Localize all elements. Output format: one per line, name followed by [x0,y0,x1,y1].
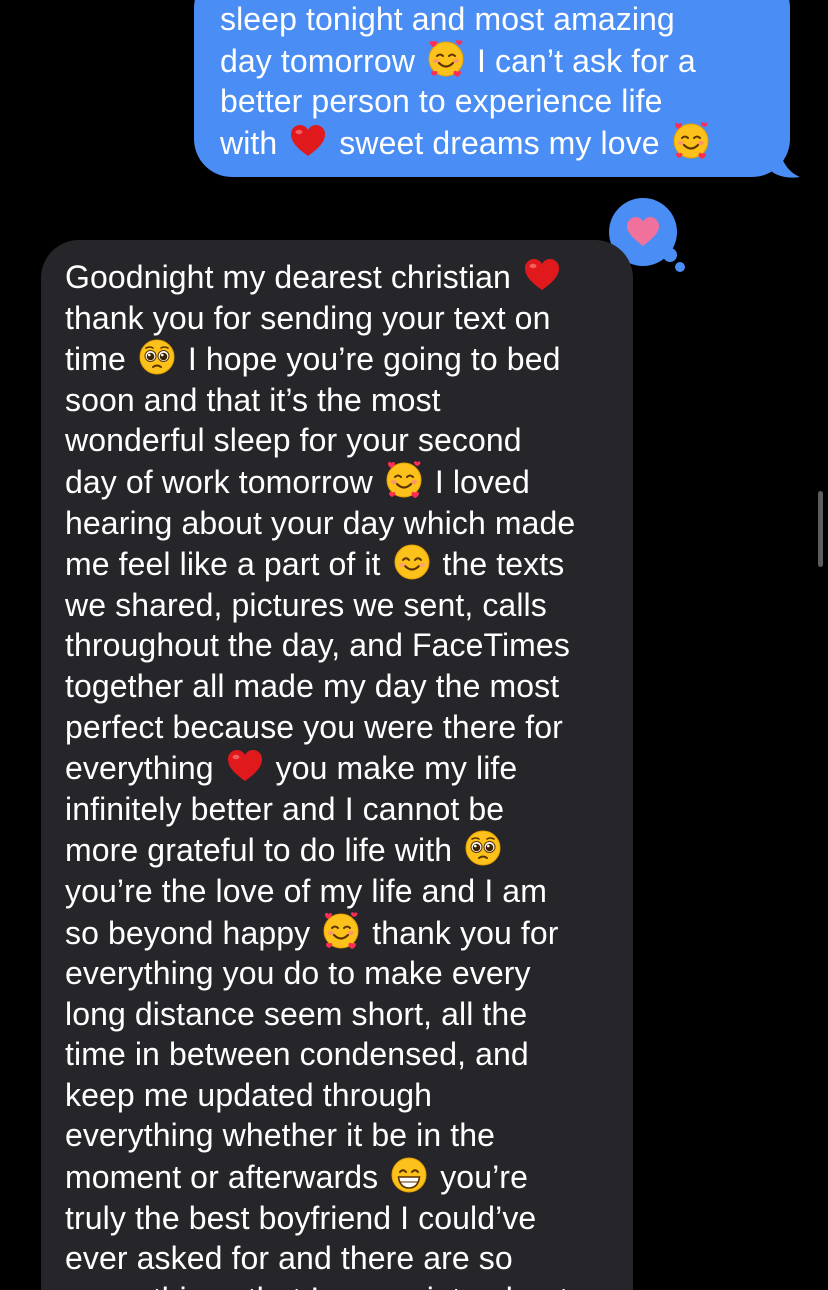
received_message-text: we shared, pictures we sent, calls [65,586,547,623]
received_message-line: keep me updated through [65,1075,623,1116]
received_message-text: time in between condensed, and [65,1036,529,1073]
received_message-line: me feel like a part of it the texts [65,543,623,585]
received_message-text: I hope you’re going to bed [178,341,561,378]
received_message-text: perfect because you were there for [65,708,563,745]
sent_message-text: better person to experience life [220,83,663,120]
received_message-line: everything whether it be in the [65,1115,623,1156]
received_message-line: long distance seem short, all the [65,994,623,1035]
smiling-face-with-hearts-icon [322,911,360,950]
received_message-text: ever asked for and there are so [65,1240,513,1277]
received_message-line: truly the best boyfriend I could’ve [65,1198,623,1239]
conversation-view: sleep tonight and most amazing day tomorr… [0,0,828,1290]
pleading-face-icon [464,829,502,867]
scroll-indicator[interactable] [818,491,823,567]
received_message-line: soon and that it’s the most [65,380,623,421]
received_message-line: Goodnight my dearest christian [65,256,623,298]
grinning-face-icon [390,1156,428,1194]
received_message-line: so beyond happy thank you for [65,911,623,954]
received_message-text: thank you for [363,914,559,951]
sent_message-line: sleep tonight and most amazing [220,0,780,40]
received_message-line: perfect because you were there for [65,707,623,748]
received_message-text: Goodnight my dearest christian [65,259,520,295]
received_message-line: infinitely better and I cannot be [65,789,623,830]
received_message-text: truly the best boyfriend I could’ve [65,1199,537,1236]
received_message-text: so beyond happy [65,914,320,951]
smiling-face-with-hearts-icon [385,461,423,499]
received_message-text: more grateful to do life with [65,832,462,869]
received_message-text: many things that I appreciate about [65,1281,568,1290]
sent_message-line: with sweet dreams my love [220,122,780,164]
smiling-face-with-hearts-icon [427,39,465,78]
received_message-text: keep me updated through [65,1076,433,1113]
sent_message-line: day tomorrow I can’t ask for a [220,39,780,82]
sent_message-text: sweet dreams my love [330,124,669,161]
received_message-text: wonderful sleep for your second [65,422,522,459]
received_message-text: together all made my day the most [65,667,560,704]
received_message-line: you’re the love of my life and I am [65,871,623,912]
received_message-line: throughout the day, and FaceTimes [65,625,623,666]
received_message-text: long distance seem short, all the [65,995,528,1032]
received_message-line: everything you do to make every [65,953,623,994]
received_message-text: day of work tomorrow [65,463,382,500]
received_message-text: everything [65,750,223,787]
received_message-text: I loved [425,463,530,500]
received_message-text: thank you for sending your text on [65,299,551,336]
smiling-face-icon [393,543,431,581]
received_message-text: throughout the day, and FaceTimes [65,627,570,664]
pleading-face-icon [138,338,176,376]
received_message-line: many things that I appreciate about [65,1279,623,1290]
received_message-line: wonderful sleep for your second [65,420,623,461]
sent_message-line: better person to experience life [220,81,780,122]
red-heart-icon [226,747,264,785]
received_message-line: we shared, pictures we sent, calls [65,585,623,626]
received_message-text: you’re the love of my life and I am [65,872,547,909]
red-heart-icon [289,122,327,160]
received_message-line: thank you for sending your text on [65,298,623,339]
received_message-text: everything you do to make every [65,955,531,992]
received_message-line: ever asked for and there are so [65,1238,623,1279]
sent-message-bubble[interactable]: sleep tonight and most amazing day tomorr… [194,0,790,177]
received_message-text: everything whether it be in the [65,1117,496,1154]
smiling-face-with-hearts-icon [672,122,710,160]
received_message-line: day of work tomorrow I loved [65,461,623,503]
received_message-text: the texts [433,546,565,583]
received_message-line: everything you make my life [65,747,623,789]
red-heart-icon [523,256,561,294]
received_message-line: time I hope you’re going to bed [65,338,623,380]
received_message-text: moment or afterwards [65,1159,388,1196]
received-message-bubble[interactable]: Goodnight my dearest christian thank you… [41,240,633,1290]
received_message-line: moment or afterwards you’re [65,1156,623,1198]
sent_message-text: with [220,124,287,161]
received_message-text: you’re [431,1159,528,1196]
received_message-line: more grateful to do life with [65,829,623,871]
received_message-text: you make my life [266,750,518,787]
received_message-text: time [65,341,135,378]
sent_message-text: I can’t ask for a [468,42,696,79]
received_message-line: time in between condensed, and [65,1034,623,1075]
received_message-text: me feel like a part of it [65,546,390,583]
received_message-text: hearing about your day which made [65,504,576,541]
received_message-line: hearing about your day which made [65,503,623,544]
received_message-text: infinitely better and I cannot be [65,790,505,827]
received_message-text: soon and that it’s the most [65,381,441,418]
sent_message-text: sleep tonight and most amazing [220,1,675,37]
sent_message-text: day tomorrow [220,42,425,79]
received_message-line: together all made my day the most [65,666,623,707]
